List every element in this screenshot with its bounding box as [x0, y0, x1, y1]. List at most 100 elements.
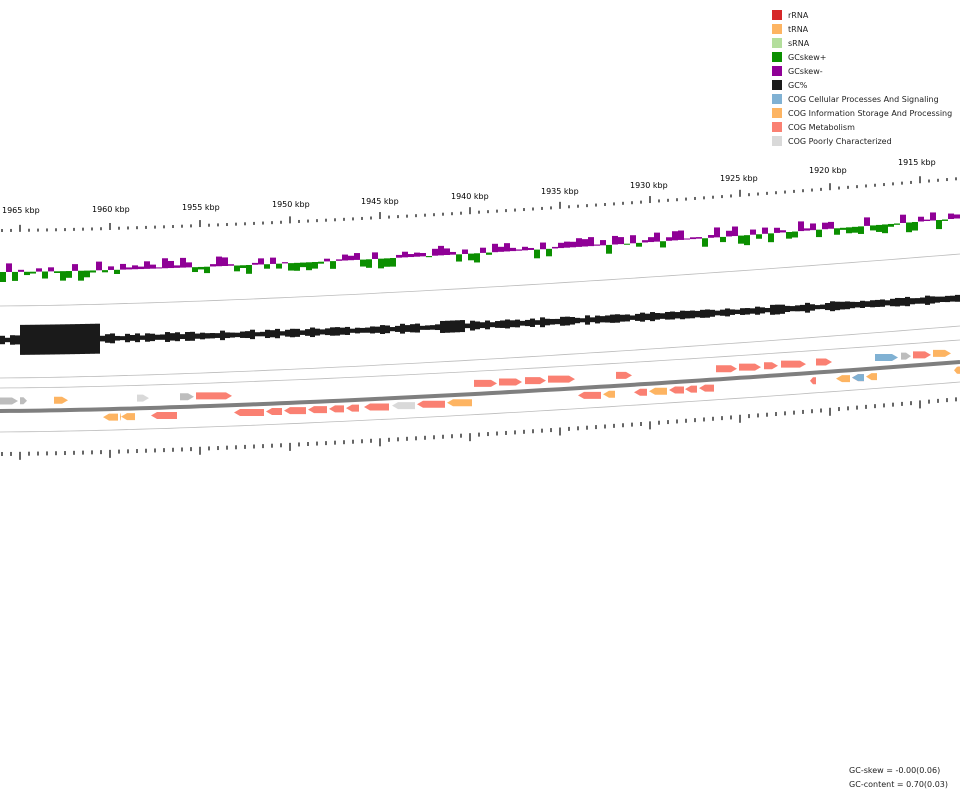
gene-forward	[764, 362, 778, 370]
gc-skew-bar	[198, 266, 204, 270]
gc-content-bar	[160, 334, 165, 340]
gc-content-bar	[410, 324, 415, 333]
gc-skew-bar	[264, 264, 270, 269]
gc-content-bar	[360, 327, 365, 333]
ruler-label-1915: 1915 kbp	[898, 158, 936, 167]
gc-content-bar	[280, 331, 285, 336]
gene-forward	[901, 352, 911, 360]
legend-label: COG Information Storage And Processing	[788, 108, 953, 118]
gc-skew-bar	[810, 223, 816, 231]
gc-content-bar	[915, 298, 920, 304]
gc-skew-bar	[156, 267, 162, 269]
gc-skew-bar	[54, 271, 60, 273]
gc-skew-bar	[756, 234, 762, 239]
gc-content-bar	[815, 305, 820, 310]
gc-skew-bar	[618, 237, 624, 245]
gc-skew-bar	[78, 270, 84, 281]
gene-reverse	[417, 400, 445, 408]
gc-content-bar	[740, 308, 745, 315]
gc-skew-bar	[750, 229, 756, 235]
gc-skew-bar	[402, 251, 408, 258]
gene-forward	[781, 360, 806, 368]
gc-skew-bar	[762, 227, 768, 234]
gc-content-bar	[390, 327, 395, 332]
gc-content-bar	[855, 301, 860, 308]
gc-content-bar	[230, 332, 235, 338]
gene-forward	[548, 375, 575, 383]
gc-skew-bar	[234, 265, 240, 272]
legend-swatch	[772, 66, 782, 76]
gc-content-bar	[355, 327, 360, 334]
legend-label: tRNA	[788, 24, 809, 34]
gc-content-bar	[205, 333, 210, 339]
gc-content-bar	[215, 333, 220, 338]
gc-skew-bar	[918, 216, 924, 222]
gc-content-bar	[790, 306, 795, 312]
gc-content-bar	[365, 327, 370, 333]
gc-content-bar	[515, 319, 520, 328]
gc-skew-bar	[0, 272, 6, 282]
gc-skew-bar	[876, 224, 882, 232]
gene-reverse	[866, 373, 877, 381]
gc-skew-bar	[834, 228, 840, 235]
gene-forward	[137, 394, 149, 402]
gc-content-bar	[435, 324, 440, 331]
legend-label: rRNA	[788, 10, 809, 20]
gc-content-bar	[830, 301, 835, 312]
gene-reverse	[447, 399, 472, 407]
ruler-label-1945: 1945 kbp	[361, 197, 399, 206]
gc-content-bar	[695, 310, 700, 318]
gc-content-bar	[745, 308, 750, 315]
gc-skew-bar	[138, 266, 144, 270]
gc-skew-bar	[792, 231, 798, 238]
gc-content-bar	[150, 333, 155, 342]
gc-content-bar	[545, 318, 550, 326]
gc-content-bar	[825, 303, 830, 311]
gc-content-bar	[520, 320, 525, 326]
gc-content-bar	[330, 327, 335, 336]
gc-skew-bar	[270, 257, 276, 264]
ruler-label-1925: 1925 kbp	[720, 174, 758, 183]
gc-content-bar	[715, 310, 720, 316]
gc-content-bar	[65, 324, 70, 355]
gc-skew-bar	[774, 227, 780, 233]
gc-skew-bar	[432, 248, 438, 256]
legend-item: COG Poorly Characterized	[772, 134, 952, 148]
gc-content-bar	[565, 316, 570, 326]
gc-content-bar	[610, 314, 615, 323]
gc-content-bar	[75, 324, 80, 355]
gc-skew-bar	[798, 221, 804, 232]
gc-content-bar	[865, 301, 870, 307]
gc-content-bar	[315, 328, 320, 336]
gc-skew-bar	[372, 252, 378, 259]
gc-content-bar	[45, 324, 50, 355]
gc-content-bar	[795, 305, 800, 312]
gc-skew-bar	[462, 249, 468, 254]
gc-skew-bar	[738, 235, 744, 244]
gc-content-bar	[490, 322, 495, 328]
gc-content-bar	[580, 318, 585, 323]
gc-content-bar	[425, 325, 430, 330]
gc-content-bar	[575, 317, 580, 324]
gc-skew-bar	[66, 271, 72, 278]
gc-skew-bar	[282, 262, 288, 264]
gc-skew-bar	[210, 264, 216, 267]
ruler-label-1950: 1950 kbp	[272, 200, 310, 209]
gc-content-bar	[35, 324, 40, 355]
gc-content-bar	[640, 312, 645, 322]
gc-skew-bar	[132, 265, 138, 270]
gc-skew-bar	[942, 219, 948, 221]
gc-skew-bar	[822, 222, 828, 230]
gc-content-bar	[555, 318, 560, 325]
legend: rRNA tRNA sRNA GCskew+ GCskew- GC% COG Cellula…	[772, 8, 952, 148]
gc-skew-bar	[564, 241, 570, 248]
gc-content-bar	[685, 310, 690, 319]
gc-content-bar	[225, 332, 230, 339]
gene-forward	[525, 377, 546, 385]
ruler-label-1965: 1965 kbp	[2, 206, 40, 215]
gc-content-bar	[465, 323, 470, 329]
gc-skew-bar	[714, 227, 720, 238]
gene-forward	[0, 397, 18, 405]
gc-content-bar	[680, 310, 685, 320]
gc-content-bar	[615, 314, 620, 323]
